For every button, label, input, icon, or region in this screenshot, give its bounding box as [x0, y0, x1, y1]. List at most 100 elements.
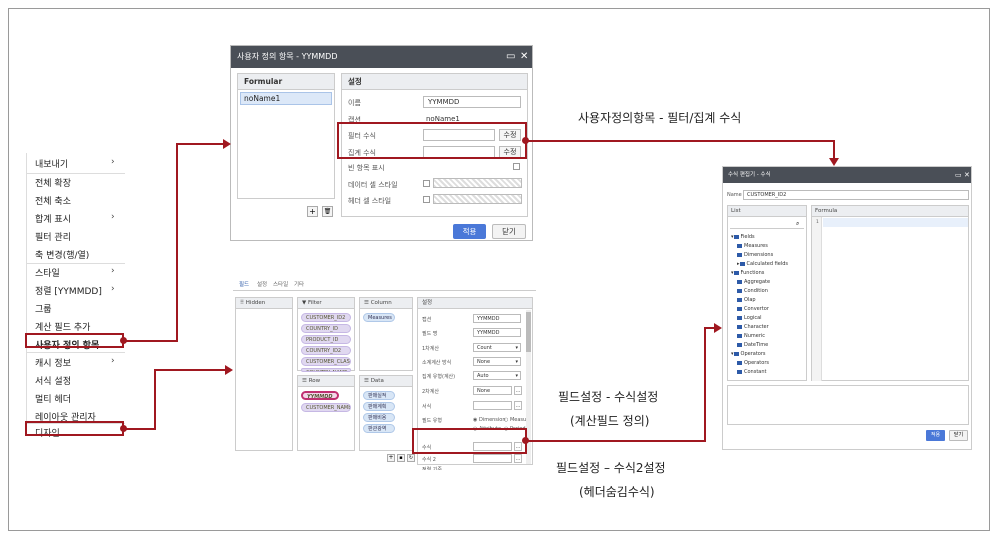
- setting-input[interactable]: YYMMDD: [473, 328, 521, 337]
- setting-label: 필드 유형: [422, 418, 442, 424]
- close-icon[interactable]: ✕: [520, 46, 528, 68]
- scrollbar-thumb[interactable]: [526, 312, 531, 352]
- tab-style[interactable]: 스타일: [273, 280, 288, 288]
- add-icon[interactable]: +: [387, 454, 395, 462]
- annotation-formula-setting: 필드설정 - 수식설정: [558, 390, 659, 404]
- setting-label: 필드 명: [422, 331, 438, 337]
- menu-item-cache-info[interactable]: 캐시 정보: [35, 356, 71, 369]
- tree-node[interactable]: Logical: [737, 315, 762, 321]
- menu-item-group[interactable]: 그룹: [35, 302, 52, 315]
- setting-input[interactable]: YYMMDD: [473, 314, 521, 323]
- header-style-checkbox[interactable]: [423, 196, 430, 203]
- tree-node[interactable]: Convertor: [737, 306, 769, 312]
- tree-node[interactable]: DateTime: [737, 342, 768, 348]
- close-icon[interactable]: ✕: [964, 167, 970, 183]
- show-empty-checkbox[interactable]: [513, 163, 520, 170]
- setting-input[interactable]: [473, 401, 512, 410]
- tab-etc[interactable]: 기타: [294, 280, 304, 288]
- menu-item-format[interactable]: 서식 설정: [35, 374, 71, 387]
- trash-icon[interactable]: 🗑: [322, 206, 333, 217]
- close-button[interactable]: 닫기: [949, 430, 968, 441]
- name-input[interactable]: CUSTOMER_ID2: [743, 190, 969, 200]
- menu-item-export[interactable]: 내보내기: [35, 157, 68, 170]
- menu-item-collapse-all[interactable]: 전체 축소: [35, 194, 71, 207]
- formula2-input[interactable]: [473, 454, 512, 463]
- tree-label: Condition: [744, 288, 768, 294]
- data-pill[interactable]: 판매계획: [363, 402, 395, 411]
- formular-list-item[interactable]: noName1: [240, 92, 332, 105]
- menu-divider: [27, 352, 125, 353]
- tree-node[interactable]: Character: [737, 324, 769, 330]
- apply-button[interactable]: 적용: [926, 430, 945, 441]
- tree-node[interactable]: Operators: [737, 360, 769, 366]
- setting-select[interactable]: Count: [473, 343, 521, 352]
- radio-dimension[interactable]: ◉ Dimension: [473, 417, 506, 423]
- header-style-swatch[interactable]: [433, 194, 522, 204]
- setting-select[interactable]: None: [473, 357, 521, 366]
- tree-label: Numeric: [744, 333, 766, 339]
- hidden-zone: ⠿ Hidden: [235, 297, 293, 451]
- formula-output-area[interactable]: [727, 385, 969, 425]
- menu-item-filter-manage[interactable]: 필터 관리: [35, 230, 71, 243]
- add-button[interactable]: +: [307, 206, 318, 217]
- connector-line: [176, 143, 224, 145]
- menu-item-multi-header[interactable]: 멀티 헤더: [35, 392, 71, 405]
- filter-pill[interactable]: CUSTOMER_ID2: [301, 313, 351, 322]
- data-pill[interactable]: 판매비용: [363, 413, 395, 422]
- tree-node[interactable]: ▾ Operators: [731, 351, 766, 357]
- setting-select[interactable]: Auto: [473, 371, 521, 380]
- menu-item-add-calc-field[interactable]: 계산 필드 추가: [35, 320, 90, 333]
- filter-pill[interactable]: COUNTRY_ID2: [301, 346, 351, 355]
- column-pill[interactable]: Measures: [363, 313, 395, 322]
- menu-item-expand-all[interactable]: 전체 확장: [35, 176, 71, 189]
- tab-settings[interactable]: 설정: [257, 280, 267, 288]
- connector-line: [154, 369, 226, 371]
- list-search-input[interactable]: [730, 221, 804, 229]
- data-pill[interactable]: 판관광역: [363, 424, 395, 433]
- filter-pill[interactable]: COUNTRY_ID: [301, 324, 351, 333]
- ellipsis-button[interactable]: …: [514, 401, 522, 410]
- tree-label: Convertor: [744, 306, 769, 312]
- row-pill[interactable]: CUSTOMER_NAME: [301, 403, 351, 412]
- menu-divider: [27, 263, 125, 264]
- name-input[interactable]: YYMMDD: [423, 96, 521, 108]
- data-style-label: 데이터 셀 스타일: [348, 181, 398, 189]
- tree-node[interactable]: Dimensions: [737, 252, 773, 258]
- connector-line: [154, 369, 156, 430]
- tree-node[interactable]: Constant: [737, 369, 766, 375]
- trash-icon[interactable]: ▪: [397, 454, 405, 462]
- tree-node[interactable]: Condition: [737, 288, 768, 294]
- setting-input[interactable]: None: [473, 386, 512, 395]
- menu-item-sort[interactable]: 정렬 [YYMMDD]: [35, 284, 102, 297]
- tab-fields[interactable]: 필드: [239, 280, 249, 288]
- data-style-checkbox[interactable]: [423, 180, 430, 187]
- menu-item-show-total[interactable]: 합계 표시: [35, 212, 71, 225]
- data-pill[interactable]: 판매실적: [363, 391, 395, 400]
- formula-editor[interactable]: [823, 218, 968, 227]
- tree-node[interactable]: ▾ Functions: [731, 270, 764, 276]
- menu-item-style[interactable]: 스타일: [35, 266, 60, 279]
- ellipsis-button[interactable]: …: [514, 454, 522, 463]
- tree-node[interactable]: Numeric: [737, 333, 765, 339]
- tree-node[interactable]: Measures: [737, 243, 768, 249]
- tree-node[interactable]: ▸ Calculated fields: [737, 261, 788, 267]
- tree-node[interactable]: Olap: [737, 297, 756, 303]
- maximize-icon[interactable]: ▭: [955, 167, 962, 183]
- maximize-icon[interactable]: ▭: [506, 46, 515, 68]
- search-icon[interactable]: ⌕: [796, 220, 799, 228]
- filter-pill[interactable]: COUNTRY_NAME: [301, 368, 351, 372]
- tree-node[interactable]: Aggregate: [737, 279, 770, 285]
- data-style-swatch[interactable]: [433, 178, 522, 188]
- menu-item-swap-axis[interactable]: 축 변경(행/열): [35, 248, 89, 261]
- filter-pill[interactable]: CUSTOMER_CLASS: [301, 357, 351, 366]
- close-button[interactable]: 닫기: [492, 224, 526, 239]
- apply-button[interactable]: 적용: [453, 224, 486, 239]
- dialog-title: 사용자 정의 항목 - YYMMDD: [237, 52, 338, 61]
- row-pill-selected[interactable]: YYMMDD: [301, 391, 339, 400]
- ellipsis-button[interactable]: …: [514, 386, 522, 395]
- refresh-icon[interactable]: ↻: [407, 454, 415, 462]
- filter-pill[interactable]: PRODUCT_ID: [301, 335, 351, 344]
- setting-label: 수식 2: [422, 457, 436, 463]
- tab-divider: [233, 290, 536, 291]
- tree-node[interactable]: ▾ Fields: [731, 234, 755, 240]
